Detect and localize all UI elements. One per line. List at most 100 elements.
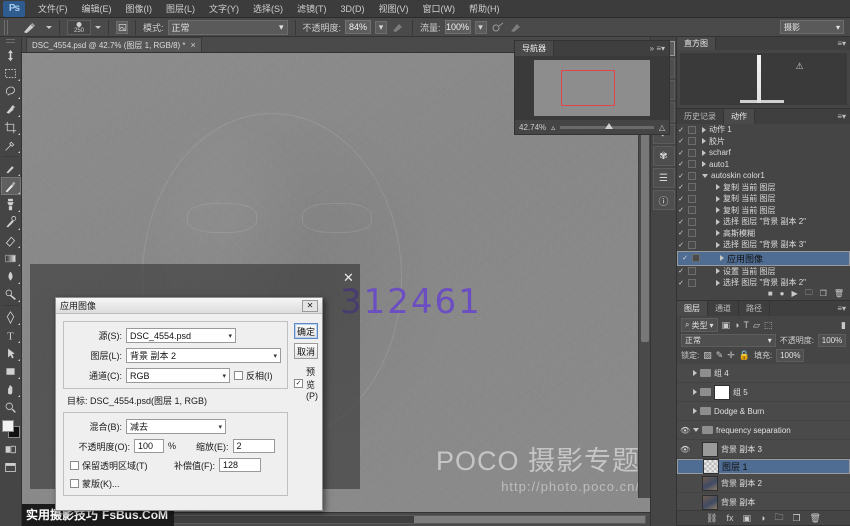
close-icon[interactable]: × (191, 40, 196, 50)
action-toggle-checkbox[interactable]: ✓ (677, 206, 685, 214)
actions-panel-menu-icon[interactable]: ≡▾ (837, 109, 850, 124)
action-toggle-checkbox[interactable]: ✓ (677, 172, 685, 180)
action-toggle-checkbox[interactable]: ✓ (677, 137, 685, 145)
brush-size-caret-icon[interactable] (95, 26, 101, 29)
brushes-panel-icon[interactable]: ✾ (653, 146, 675, 166)
menu-layer[interactable]: 图层(L) (159, 0, 202, 17)
menu-file[interactable]: 文件(F) (31, 0, 75, 17)
layer-thumbnail[interactable] (714, 385, 730, 400)
navigator-panel-menu-icon[interactable]: » ≡▾ (650, 41, 669, 56)
chevron-right-icon[interactable] (716, 196, 720, 202)
action-dialog-toggle[interactable] (688, 149, 696, 157)
action-dialog-toggle[interactable] (688, 172, 696, 180)
dialog-opacity-input[interactable]: 100 (134, 439, 164, 453)
action-row[interactable]: ✓设置 当前 图层 (677, 266, 850, 278)
marquee-tool[interactable] (1, 64, 21, 82)
cancel-button[interactable]: 取消 (294, 343, 318, 359)
tab-paths[interactable]: 路径 (739, 301, 770, 316)
action-toggle-checkbox[interactable]: ✓ (677, 279, 685, 287)
properties-panel-icon[interactable]: ☰ (653, 168, 675, 188)
invert-checkbox-row[interactable]: 反相(I) (234, 369, 273, 382)
tab-layers[interactable]: 图层 (677, 301, 708, 316)
action-row[interactable]: ✓复制 当前 图层 (677, 205, 850, 217)
action-row[interactable]: ✓选择 图层 "背景 副本 3" (677, 239, 850, 251)
layer-thumbnail[interactable] (702, 476, 718, 491)
action-toggle-checkbox[interactable]: ✓ (677, 149, 685, 157)
action-dialog-toggle[interactable] (688, 206, 696, 214)
action-toggle-checkbox[interactable]: ✓ (677, 229, 685, 237)
layer-select[interactable]: 背景 副本 2 ▾ (126, 348, 281, 363)
filter-type-icon[interactable]: T (743, 320, 749, 330)
quick-selection-tool[interactable] (1, 100, 21, 118)
zoom-in-icon[interactable]: △ (659, 123, 665, 132)
navigator-zoom-slider[interactable] (560, 126, 654, 129)
menu-edit[interactable]: 编辑(E) (75, 0, 119, 17)
preserve-checkbox-row[interactable]: 保留透明区域(T) (70, 459, 170, 472)
menu-3d[interactable]: 3D(D) (334, 2, 372, 16)
filter-smart-icon[interactable]: ⬚ (764, 320, 773, 331)
offset-input[interactable]: 128 (219, 458, 261, 472)
airbrush-icon[interactable] (491, 20, 505, 34)
history-brush-tool[interactable] (1, 213, 21, 231)
tab-navigator[interactable]: 导航器 (515, 41, 554, 56)
action-dialog-toggle[interactable] (688, 160, 696, 168)
action-row[interactable]: ✓复制 当前 图层 (677, 193, 850, 205)
layer-blend-mode-select[interactable]: 正常 ▾ (681, 334, 776, 347)
hscroll-thumb[interactable] (414, 516, 645, 523)
actions-list[interactable]: ✓动作 1✓胶片✓scharf✓auto1✓autoskin color1✓复制… (677, 124, 850, 287)
action-toggle-checkbox[interactable]: ✓ (677, 160, 685, 168)
eyedropper-tool[interactable] (1, 136, 21, 154)
action-dialog-toggle[interactable] (688, 279, 696, 287)
chevron-right-icon[interactable] (716, 280, 720, 286)
histogram-panel-menu-icon[interactable]: ≡▾ (837, 37, 850, 50)
chevron-right-icon[interactable] (702, 150, 706, 156)
preview-checkbox-row[interactable]: ✓ 预览(P) (294, 365, 318, 401)
action-dialog-toggle[interactable] (688, 137, 696, 145)
layer-row[interactable]: 组 5 (677, 383, 850, 402)
info-panel-icon[interactable]: ⓘ (653, 190, 675, 210)
chevron-right-icon[interactable] (693, 370, 697, 376)
toggle-brush-panel-icon[interactable] (116, 21, 128, 34)
chevron-right-icon[interactable] (716, 230, 720, 236)
opacity-slider-toggle[interactable]: ▾ (375, 21, 387, 34)
layer-row[interactable]: 👁背景 副本 3 (677, 440, 850, 459)
tab-actions[interactable]: 动作 (724, 109, 755, 124)
action-dialog-toggle[interactable] (688, 126, 696, 134)
backdrop-close-icon[interactable]: ✕ (343, 270, 354, 286)
lock-image-icon[interactable]: ✎ (716, 350, 724, 361)
stop-recording-icon[interactable]: ■ (768, 289, 773, 298)
layer-thumbnail[interactable] (703, 459, 719, 474)
blend-mode-select[interactable]: 正常 ▾ (168, 20, 288, 35)
delete-action-icon[interactable]: 🗑 (834, 289, 844, 298)
menu-help[interactable]: 帮助(H) (462, 0, 507, 17)
new-action-set-icon[interactable]: 🗀 (805, 287, 813, 301)
tab-history[interactable]: 历史记录 (677, 109, 724, 124)
pen-tool[interactable] (1, 308, 21, 326)
gradient-tool[interactable] (1, 249, 21, 267)
chevron-right-icon[interactable] (702, 127, 706, 133)
action-toggle-checkbox[interactable]: ✓ (677, 126, 685, 134)
crop-tool[interactable] (1, 118, 21, 136)
layer-thumbnail[interactable] (702, 495, 718, 510)
layer-row[interactable]: Dodge & Burn (677, 402, 850, 421)
action-row[interactable]: ✓复制 当前 图层 (677, 182, 850, 194)
action-dialog-toggle[interactable] (688, 183, 696, 191)
action-dialog-toggle[interactable] (688, 229, 696, 237)
quick-mask-toggle[interactable] (1, 440, 21, 458)
layer-row[interactable]: 背景 副本 2 (677, 474, 850, 493)
color-swatches[interactable] (1, 420, 21, 440)
chevron-right-icon[interactable] (693, 408, 697, 414)
action-toggle-checkbox[interactable]: ✓ (677, 218, 685, 226)
chevron-right-icon[interactable] (693, 389, 697, 395)
chevron-down-icon[interactable] (693, 428, 699, 432)
screen-mode-toggle[interactable] (1, 458, 21, 476)
menu-view[interactable]: 视图(V) (372, 0, 416, 17)
menu-window[interactable]: 窗口(W) (416, 0, 463, 17)
blur-tool[interactable] (1, 267, 21, 285)
layer-row[interactable]: 组 4 (677, 364, 850, 383)
dodge-tool[interactable] (1, 285, 21, 303)
histogram-refresh-icon[interactable]: ⚠ (796, 61, 804, 72)
hand-tool[interactable] (1, 380, 21, 398)
action-row[interactable]: ✓auto1 (677, 159, 850, 171)
delete-layer-icon[interactable]: 🗑 (810, 513, 821, 524)
